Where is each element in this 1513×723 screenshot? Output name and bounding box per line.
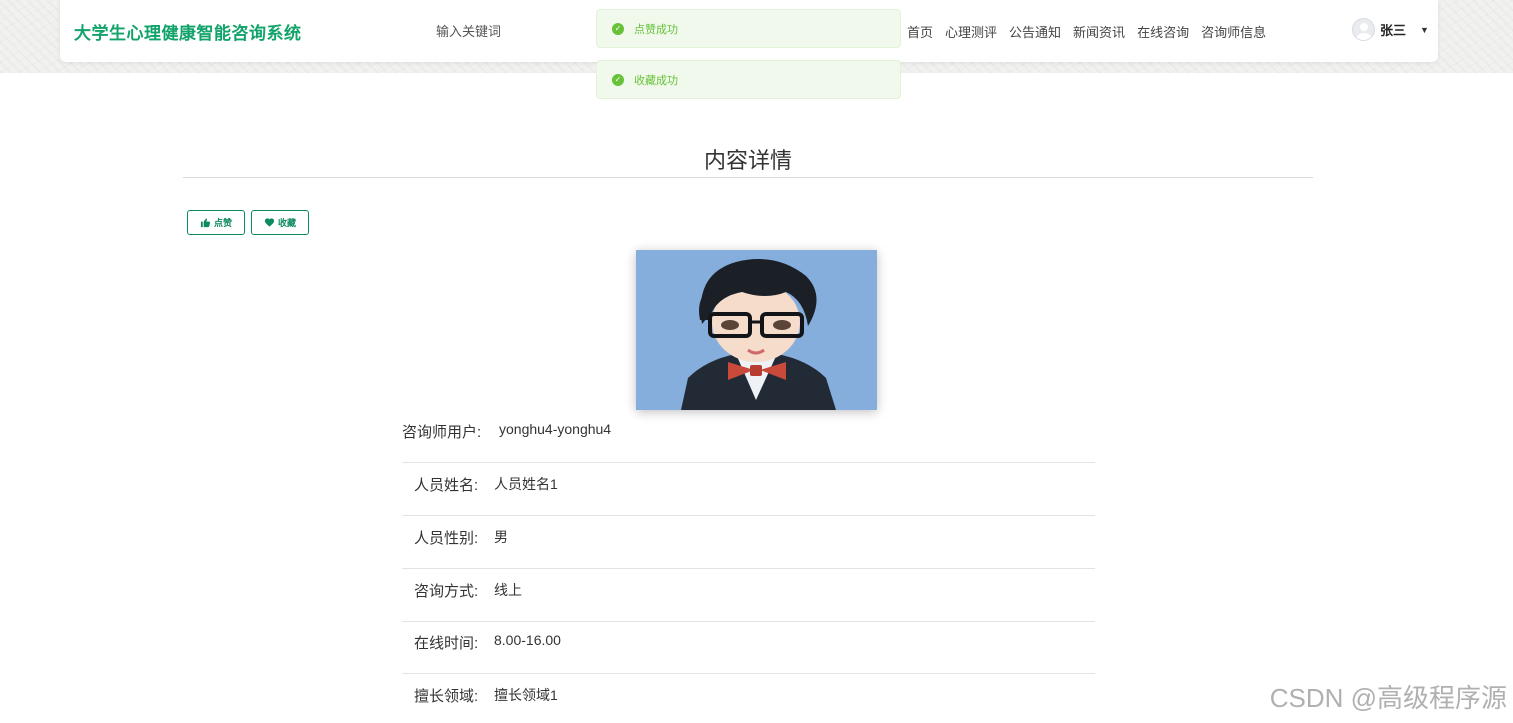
detail-label: 在线时间: xyxy=(414,635,479,652)
toast-message: 收藏成功 xyxy=(634,74,678,87)
thumbs-up-icon xyxy=(200,218,211,228)
username[interactable]: 张三 xyxy=(1380,20,1406,39)
caret-down-icon[interactable]: ▼ xyxy=(1420,25,1429,35)
page-title: 内容详情 xyxy=(703,148,792,173)
success-check-icon: ✓ xyxy=(612,22,624,35)
detail-label: 咨询方式: xyxy=(414,583,479,600)
detail-label: 人员姓名: xyxy=(414,477,479,494)
detail-value: 擅长领域1 xyxy=(494,687,558,703)
detail-value: 线上 xyxy=(494,582,522,598)
detail-row-consult-method: 咨询方式: 线上 xyxy=(402,569,1095,622)
nav-item-news[interactable]: 新闻资讯 xyxy=(1073,22,1125,41)
detail-value: 男 xyxy=(494,529,508,545)
detail-row-online-time: 在线时间: 8.00-16.00 xyxy=(402,621,1095,674)
detail-row-name: 人员姓名: 人员姓名1 xyxy=(402,463,1095,516)
detail-row-counselor-user: 咨询师用户: yonghu4-yonghu4 xyxy=(402,410,1095,463)
search-input[interactable] xyxy=(436,19,586,43)
avatar[interactable] xyxy=(1352,18,1375,41)
nav-item-home[interactable]: 首页 xyxy=(907,22,933,41)
toast-like-success: ✓ 点赞成功 xyxy=(596,9,901,48)
detail-row-gender: 人员性别: 男 xyxy=(402,516,1095,569)
site-brand[interactable]: 大学生心理健康智能咨询系统 xyxy=(74,19,302,44)
nav-item-assessment[interactable]: 心理测评 xyxy=(945,22,997,41)
favorite-button[interactable]: 收藏 xyxy=(251,210,309,235)
detail-value: 8.00-16.00 xyxy=(494,632,561,648)
detail-value: yonghu4-yonghu4 xyxy=(499,421,612,437)
detail-value: 人员姓名1 xyxy=(494,476,558,492)
favorite-label: 收藏 xyxy=(277,218,296,228)
detail-label: 咨询师用户: xyxy=(402,424,482,441)
user-menu[interactable]: 张三 ▼ xyxy=(1352,18,1429,41)
main-nav: 首页 心理测评 公告通知 新闻资讯 在线咨询 咨询师信息 xyxy=(907,22,1278,41)
watermark: CSDN @高级程序源 xyxy=(1269,683,1507,713)
nav-item-online-consult[interactable]: 在线咨询 xyxy=(1137,22,1189,41)
success-check-icon: ✓ xyxy=(612,73,624,86)
detail-label: 人员性别: xyxy=(414,530,479,547)
like-button[interactable]: 点赞 xyxy=(187,210,245,235)
counselor-photo xyxy=(636,250,877,410)
toast-favorite-success: ✓ 收藏成功 xyxy=(596,60,901,99)
nav-item-notices[interactable]: 公告通知 xyxy=(1009,22,1061,41)
nav-item-counselor-info[interactable]: 咨询师信息 xyxy=(1201,22,1266,41)
detail-label: 擅长领域: xyxy=(414,688,479,705)
heart-icon xyxy=(264,218,275,227)
like-label: 点赞 xyxy=(213,218,232,228)
title-divider xyxy=(183,177,1313,178)
detail-row-specialty: 擅长领域: 擅长领域1 xyxy=(402,674,1095,723)
toast-message: 点赞成功 xyxy=(634,23,678,36)
